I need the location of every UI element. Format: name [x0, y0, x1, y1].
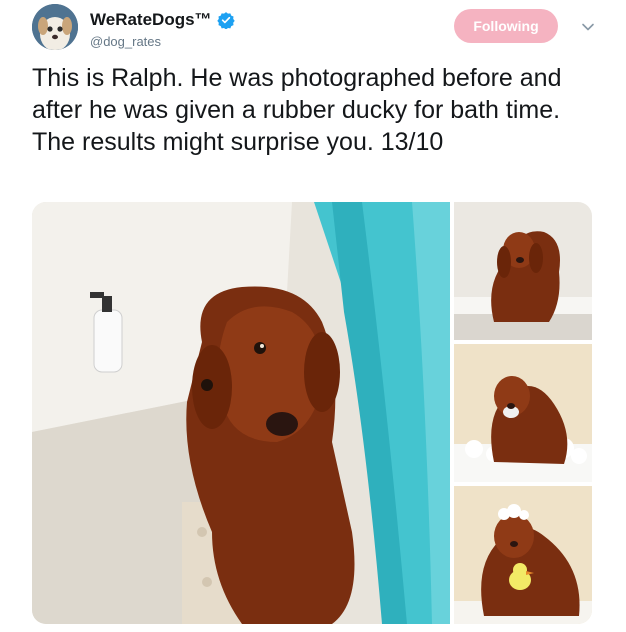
tweet-menu-button[interactable]	[575, 14, 601, 40]
dog-bubbles-photo	[454, 344, 592, 482]
media-photo-2[interactable]	[454, 202, 592, 340]
media-photo-4[interactable]	[454, 486, 592, 624]
dog-shower-curtain-photo	[32, 202, 450, 624]
chevron-down-icon	[582, 23, 594, 31]
dog-avatar-icon	[32, 4, 78, 50]
dog-rubber-ducky-photo	[454, 486, 592, 624]
following-button[interactable]: Following	[454, 9, 558, 43]
author-name-row: WeRateDogs™	[90, 10, 235, 30]
author-display-name[interactable]: WeRateDogs™	[90, 10, 212, 30]
tweet-header: WeRateDogs™ @dog_rates Following	[32, 4, 602, 56]
media-photo-main[interactable]	[32, 202, 450, 624]
author-avatar[interactable]	[32, 4, 78, 50]
verified-badge-icon	[216, 12, 235, 29]
tweet-media-grid	[32, 202, 592, 624]
dog-bathtub-photo	[454, 202, 592, 340]
author-handle[interactable]: @dog_rates	[90, 34, 161, 49]
media-photo-3[interactable]	[454, 344, 592, 482]
tweet-text: This is Ralph. He was photographed befor…	[32, 64, 562, 156]
